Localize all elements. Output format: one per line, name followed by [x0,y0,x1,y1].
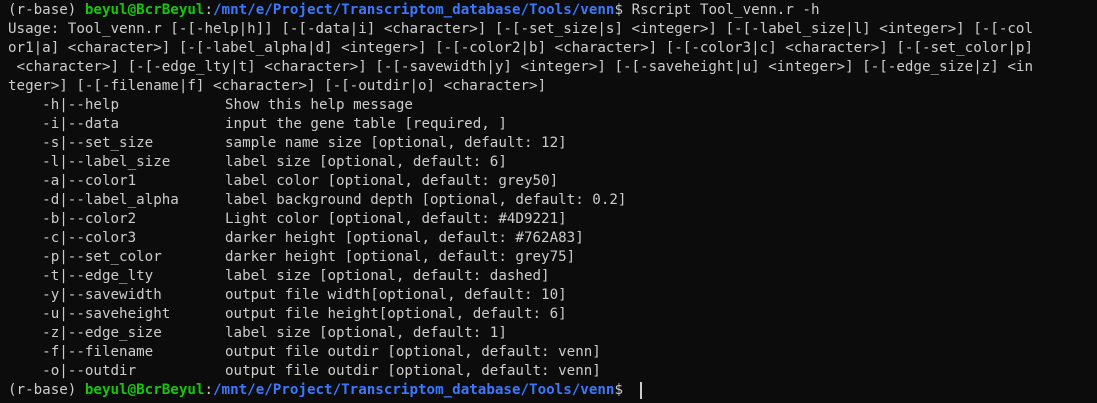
option-desc: label size [optional, default: dashed] [225,268,550,284]
option-flag: -l|--label_size [8,154,171,170]
terminal-window[interactable]: (r-base) beyul@BcrBeyul:/mnt/e/Project/T… [0,0,1097,403]
option-row: -i|--data input the gene table [required,… [8,115,1097,134]
option-flag: -a|--color1 [8,173,137,189]
option-flag: -t|--edge_lty [8,268,154,284]
option-row: -b|--color2 Light color [optional, defaul… [8,210,1097,229]
option-desc: output file outdir [optional, default: v… [225,363,601,379]
option-row: -f|--filename output file outdir [optiona… [8,343,1097,362]
option-desc: darker height [optional, default: grey75… [225,249,576,265]
option-desc: label background depth [optional, defaul… [225,192,627,208]
prompt-line-active[interactable]: (r-base) beyul@BcrBeyul:/mnt/e/Project/T… [8,381,1097,400]
option-row: -s|--set_size sample name size [optional,… [8,134,1097,153]
option-desc: input the gene table [required, ] [225,116,507,132]
option-row: -l|--label_size label size [optional, def… [8,153,1097,172]
option-desc: label size [optional, default: 1] [225,325,507,341]
option-row: -u|--saveheight output file height[option… [8,305,1097,324]
user-host: beyul@BcrBeyul [84,2,205,18]
prompt-dollar: $ [614,382,632,398]
option-flag: -p|--set_color [8,249,162,265]
option-row: -o|--outdir output file outdir [optional,… [8,362,1097,381]
usage-line: teger>] [-[-filename|f] <character>] [-[… [8,78,547,94]
option-flag: -b|--color2 [8,211,137,227]
conda-env: (r-base) [8,2,85,18]
option-desc: Light color [optional, default: #4D9221] [225,211,567,227]
prompt-dollar: $ [614,2,632,18]
option-row: -t|--edge_lty label size [optional, defau… [8,267,1097,286]
option-flag: -z|--edge_size [8,325,162,341]
option-desc: label size [optional, default: 6] [225,154,507,170]
option-desc: Show this help message [225,97,413,113]
option-flag: -y|--savewidth [8,287,162,303]
option-row: -z|--edge_size label size [optional, defa… [8,324,1097,343]
option-flag: -o|--outdir [8,363,137,379]
option-desc: output file outdir [optional, default: v… [225,344,601,360]
text-cursor[interactable] [639,381,642,399]
prompt-colon: : [204,2,214,18]
option-desc: sample name size [optional, default: 12] [225,135,567,151]
option-row: -a|--color1 label color [optional, defaul… [8,172,1097,191]
option-flag: -c|--color3 [8,230,137,246]
working-directory: /mnt/e/Project/Transcriptom_database/Too… [213,2,615,18]
user-host: beyul@BcrBeyul [84,382,205,398]
conda-env: (r-base) [8,382,85,398]
option-flag: -i|--data [8,116,120,132]
prompt-line: (r-base) beyul@BcrBeyul:/mnt/e/Project/T… [8,1,1097,20]
prompt-colon: : [204,382,214,398]
option-desc: output file width[optional, default: 10] [225,287,567,303]
option-flag: -h|--help [8,97,120,113]
option-flag: -d|--label_alpha [8,192,179,208]
option-row: -p|--set_color darker height [optional, d… [8,248,1097,267]
option-row: -d|--label_alpha label background depth [… [8,191,1097,210]
option-desc: label color [optional, default: grey50] [225,173,559,189]
option-row: -h|--help Show this help message [8,96,1097,115]
option-row: -y|--savewidth output file width[optional… [8,286,1097,305]
working-directory: /mnt/e/Project/Transcriptom_database/Too… [213,382,615,398]
command-text: Rscript Tool_venn.r -h [631,2,820,18]
option-row: -c|--color3 darker height [optional, defa… [8,229,1097,248]
usage-line: or1|a] <character>] [-[-label_alpha|d] <… [8,40,1033,56]
option-desc: darker height [optional, default: #762A8… [225,230,584,246]
option-desc: output file height[optional, default: 6] [225,306,567,322]
option-flag: -s|--set_size [8,135,154,151]
option-flag: -f|--filename [8,344,154,360]
usage-line: Usage: Tool_venn.r [-[-help|h]] [-[-data… [8,21,1033,37]
option-flag: -u|--saveheight [8,306,171,322]
usage-line: <character>] [-[-edge_lty|t] <character>… [8,59,1033,75]
